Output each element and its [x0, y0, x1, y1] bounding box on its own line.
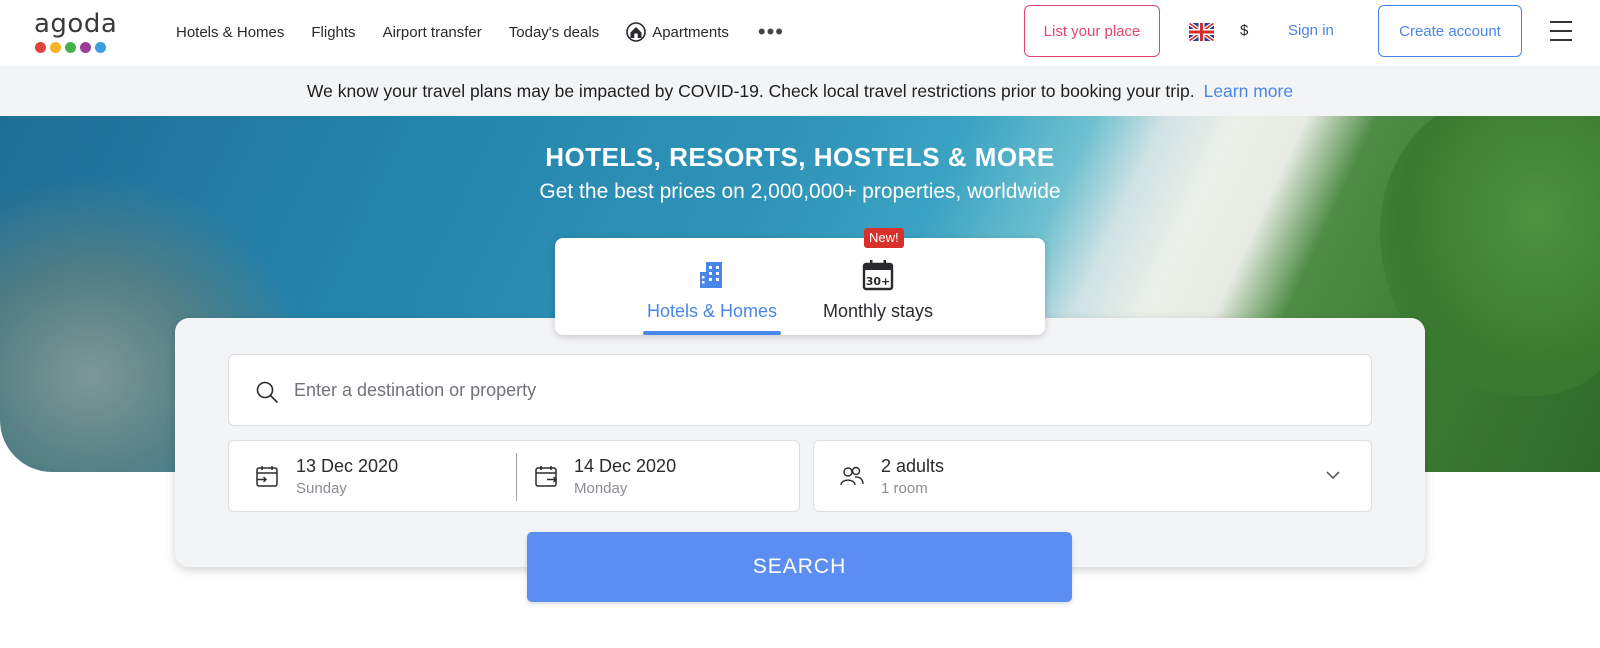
list-your-place-button[interactable]: List your place: [1024, 5, 1160, 57]
building-icon: [700, 262, 722, 288]
main-nav: Hotels & Homes Flights Airport transfer …: [176, 0, 784, 64]
hero-subtitle: Get the best prices on 2,000,000+ proper…: [539, 180, 1061, 203]
chevron-down-icon: [1326, 471, 1340, 480]
destination-input[interactable]: [294, 355, 1354, 425]
nav-airport-transfer[interactable]: Airport transfer: [383, 24, 482, 41]
top-header: agoda Hotels & Homes Flights Airport tra…: [0, 0, 1600, 66]
active-tab-underline: [643, 331, 781, 335]
currency-selector[interactable]: $: [1240, 22, 1248, 39]
search-type-tabs: Hotels & Homes New! 30+ Monthly stays: [555, 228, 1045, 335]
tab-monthly-stays-label: Monthly stays: [822, 301, 934, 321]
nav-apartments[interactable]: Apartments: [626, 22, 729, 42]
check-out-date: 14 Dec 2020: [574, 456, 677, 476]
logo-wordmark: agoda: [34, 9, 118, 39]
logo-dot-red: [35, 42, 46, 53]
uk-flag-icon[interactable]: [1189, 23, 1214, 41]
guests-rooms: 1 room: [881, 480, 928, 497]
check-out-field[interactable]: 14 Dec 2020 Monday: [517, 441, 787, 511]
calendar-checkin-icon: [256, 466, 278, 487]
covid-message: We know your travel plans may be impacte…: [306, 80, 1195, 101]
destination-field[interactable]: [228, 354, 1372, 426]
sign-in-link[interactable]: Sign in: [1288, 22, 1334, 39]
logo-dot-purple: [80, 42, 91, 53]
hamburger-line: [1550, 30, 1572, 32]
logo-dot-green: [65, 42, 76, 53]
nav-flights[interactable]: Flights: [311, 24, 355, 41]
check-in-date: 13 Dec 2020: [296, 456, 399, 476]
covid-banner: We know your travel plans may be impacte…: [0, 66, 1600, 116]
create-account-button[interactable]: Create account: [1378, 5, 1522, 57]
logo-dot-blue: [95, 42, 106, 53]
search-icon: [256, 381, 278, 403]
tab-monthly-stays[interactable]: 30+ Monthly stays: [813, 238, 943, 335]
tab-hotels-homes[interactable]: Hotels & Homes: [643, 238, 781, 335]
search-button[interactable]: SEARCH: [527, 532, 1072, 602]
check-out-day: Monday: [574, 480, 628, 497]
check-in-field[interactable]: 13 Dec 2020 Sunday: [229, 441, 499, 511]
hamburger-line: [1550, 39, 1572, 41]
people-icon: [840, 466, 864, 486]
logo-dot-yellow: [50, 42, 61, 53]
search-panel: 13 Dec 2020 Sunday 14 Dec 2020 Monday 2 …: [175, 318, 1425, 567]
calendar-30-icon: 30+: [862, 260, 894, 291]
logo-dots: [35, 42, 106, 53]
calendar-30-text: 30+: [866, 275, 891, 288]
hero-title: HOTELS, RESORTS, HOSTELS & MORE: [545, 142, 1055, 172]
learn-more-link[interactable]: Learn more: [1204, 81, 1294, 102]
guests-adults: 2 adults: [881, 456, 945, 476]
agoda-logo[interactable]: agoda: [34, 10, 118, 56]
calendar-checkout-icon: [535, 466, 557, 487]
nav-hotels-homes[interactable]: Hotels & Homes: [176, 24, 284, 41]
apartments-icon: [626, 22, 646, 42]
check-in-day: Sunday: [296, 480, 347, 497]
hamburger-line: [1550, 21, 1572, 23]
nav-more-button[interactable]: •••: [758, 21, 784, 43]
nav-apartments-label: Apartments: [652, 23, 729, 41]
date-range-picker: 13 Dec 2020 Sunday 14 Dec 2020 Monday: [228, 440, 800, 512]
tab-hotels-homes-label: Hotels & Homes: [646, 301, 778, 321]
nav-todays-deals[interactable]: Today's deals: [509, 24, 599, 41]
hamburger-menu-icon[interactable]: [1550, 21, 1572, 41]
guests-selector[interactable]: 2 adults 1 room: [813, 440, 1372, 512]
